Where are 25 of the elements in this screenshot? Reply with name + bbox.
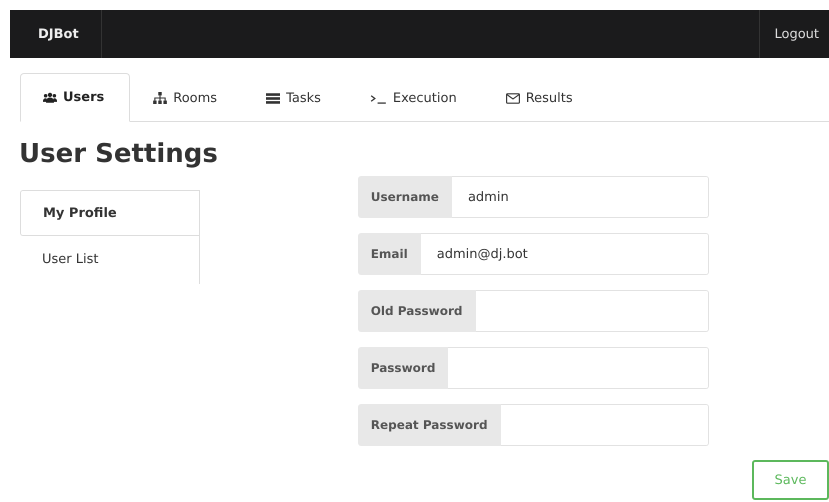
field-label: Repeat Password	[358, 404, 501, 446]
input-field[interactable]: admin@dj.bot	[420, 233, 709, 275]
tab[interactable]: Tasks	[243, 73, 347, 122]
sidebar-item[interactable]: My Profile	[20, 190, 199, 236]
input-field[interactable]: admin	[452, 176, 709, 218]
field-label: Password	[358, 347, 448, 389]
brand-link[interactable]: DJBot	[10, 10, 102, 58]
server-icon	[266, 92, 280, 104]
users-icon	[43, 92, 57, 103]
sidebar-item[interactable]: User List	[20, 236, 199, 282]
input-field[interactable]	[448, 347, 709, 389]
sitemap-icon	[153, 92, 168, 104]
page-heading: User Settings	[19, 138, 219, 170]
field-label: Username	[358, 176, 452, 218]
logout-link[interactable]: Logout	[759, 10, 829, 58]
tab[interactable]: Results	[482, 73, 599, 122]
terminal-icon	[370, 92, 387, 104]
input-field[interactable]	[500, 404, 709, 446]
tab[interactable]: Rooms	[130, 73, 244, 122]
field-label: Email	[358, 233, 421, 275]
tab[interactable]: Users	[20, 73, 130, 122]
tab[interactable]: Execution	[346, 73, 483, 122]
field-label: Old Password	[358, 290, 476, 332]
input-field[interactable]	[476, 290, 709, 332]
envelope-icon	[506, 92, 520, 104]
